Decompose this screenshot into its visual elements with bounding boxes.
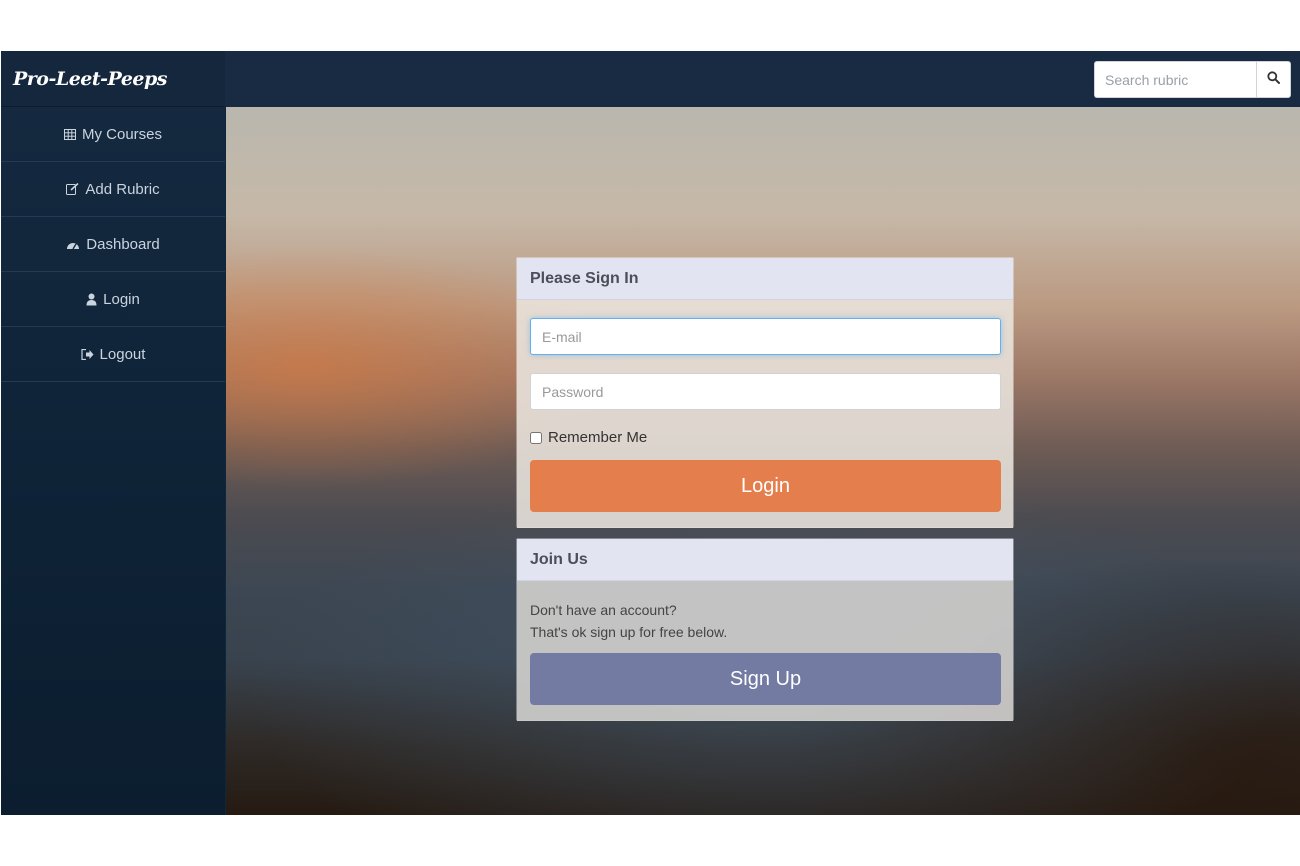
remember-me-label: Remember Me	[548, 429, 648, 446]
sidebar: My Courses Add Rubric Dashboard Login Lo…	[1, 107, 225, 815]
join-title: Join Us	[517, 539, 1013, 581]
top-navbar: Pro-Leet-Peeps	[1, 51, 1300, 107]
user-icon	[86, 293, 97, 306]
sidebar-item-my-courses[interactable]: My Courses	[1, 107, 225, 162]
sidebar-item-logout[interactable]: Logout	[1, 327, 225, 382]
sign-up-button[interactable]: Sign Up	[530, 653, 1001, 705]
sidebar-item-dashboard[interactable]: Dashboard	[1, 217, 225, 272]
main-content: Please Sign In Remember Me Login Join Us…	[226, 107, 1300, 815]
sidebar-item-label: Dashboard	[86, 235, 160, 253]
brand-logo[interactable]: Pro-Leet-Peeps	[1, 51, 225, 107]
sidebar-item-label: Login	[103, 290, 140, 308]
join-line-2: That's ok sign up for free below.	[530, 624, 728, 640]
sign-out-icon	[80, 348, 94, 360]
email-field[interactable]	[530, 318, 1001, 355]
sign-in-body: Remember Me Login	[517, 300, 1013, 528]
sign-in-title: Please Sign In	[517, 258, 1013, 300]
join-panel: Join Us Don't have an account? That's ok…	[516, 538, 1014, 721]
sidebar-item-label: Logout	[99, 345, 146, 363]
join-message: Don't have an account? That's ok sign up…	[530, 599, 727, 643]
search-button[interactable]	[1256, 61, 1291, 98]
join-line-1: Don't have an account?	[530, 602, 677, 618]
dashboard-icon	[66, 239, 80, 250]
table-icon	[63, 128, 76, 140]
search-input[interactable]	[1094, 61, 1256, 98]
search-form	[1094, 61, 1291, 98]
sidebar-item-label: Add Rubric	[85, 180, 160, 198]
password-field[interactable]	[530, 373, 1001, 410]
remember-me-checkbox[interactable]	[530, 431, 542, 444]
login-button[interactable]: Login	[530, 460, 1001, 512]
edit-icon	[66, 183, 79, 195]
sidebar-item-login[interactable]: Login	[1, 272, 225, 327]
app-window: Pro-Leet-Peeps Search rubric My Courses …	[1, 51, 1300, 815]
remember-me[interactable]: Remember Me	[530, 429, 647, 446]
sign-in-panel: Please Sign In Remember Me Login	[516, 257, 1014, 528]
search-icon	[1267, 70, 1280, 89]
sidebar-item-add-rubric[interactable]: Add Rubric	[1, 162, 225, 217]
join-body: Don't have an account? That's ok sign up…	[517, 581, 1013, 721]
sidebar-item-label: My Courses	[81, 125, 163, 143]
